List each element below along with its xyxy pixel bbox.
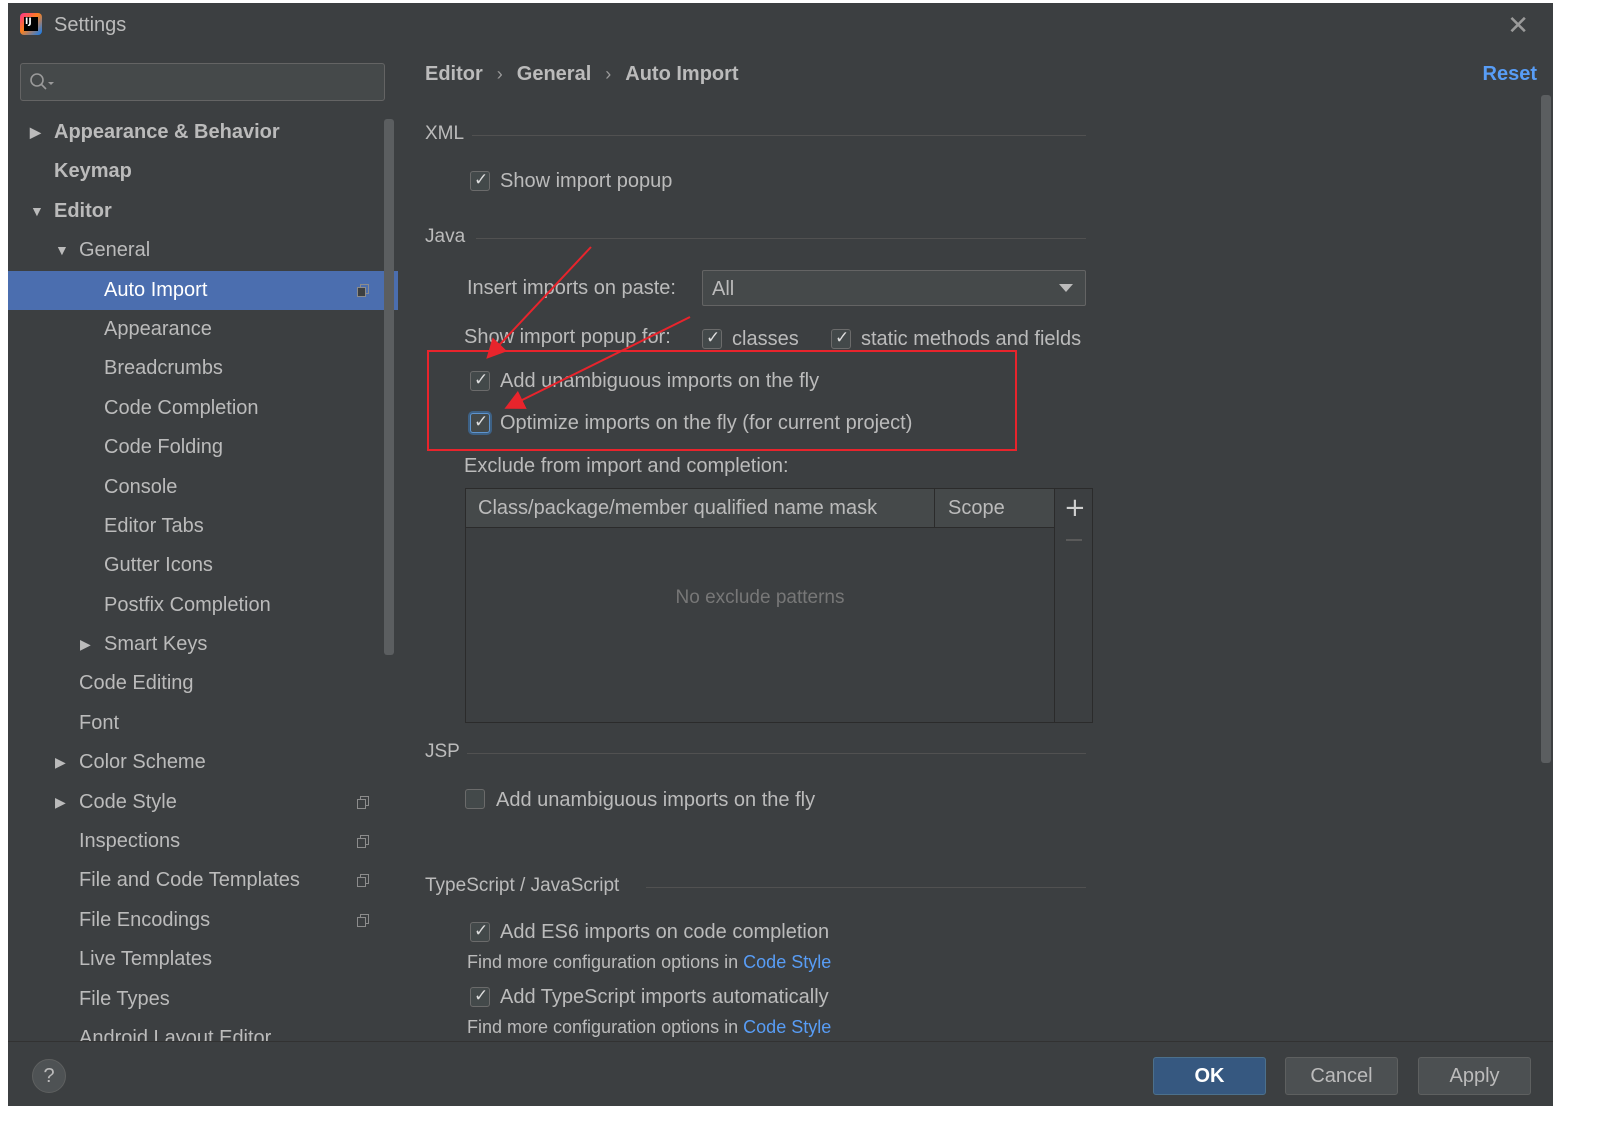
annotation-arrow <box>504 316 691 409</box>
annotation-arrow <box>486 246 592 359</box>
annotation-arrows <box>486 246 691 409</box>
